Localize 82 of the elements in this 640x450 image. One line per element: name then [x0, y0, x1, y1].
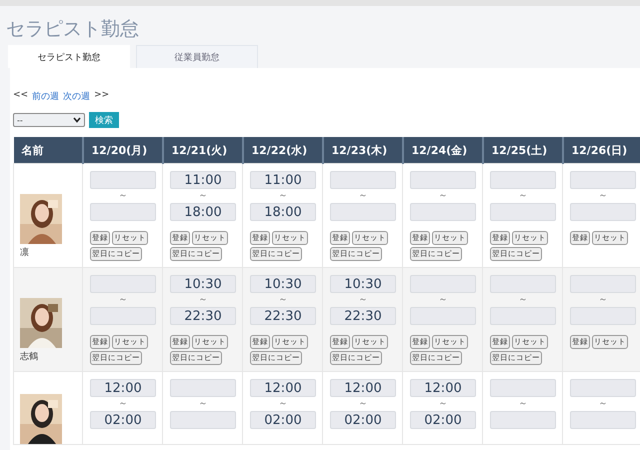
tilde: ～ — [118, 190, 128, 203]
start-time-field[interactable] — [490, 379, 556, 397]
tilde: ～ — [278, 190, 288, 203]
start-time-field[interactable]: 12:00 — [330, 379, 396, 397]
start-time-field[interactable] — [170, 379, 236, 397]
tilde: ～ — [278, 398, 288, 411]
start-time-field[interactable] — [490, 171, 556, 189]
page-title: セラピスト勤怠 — [5, 17, 140, 42]
dropdown-chevron-icon — [73, 117, 81, 123]
tilde: ～ — [438, 398, 448, 411]
tilde: ～ — [598, 190, 608, 203]
tilde: ～ — [598, 294, 608, 307]
end-time-field[interactable]: 02:00 — [330, 411, 396, 429]
tilde: ～ — [358, 294, 368, 307]
next-week-link[interactable]: 次の週 — [63, 90, 90, 104]
end-time-field[interactable]: 22:30 — [250, 307, 316, 325]
start-time-field[interactable] — [410, 171, 476, 189]
start-time-field[interactable]: 12:00 — [90, 379, 156, 397]
tilde: ～ — [438, 294, 448, 307]
prev-week-link[interactable]: 前の週 — [32, 90, 60, 104]
end-time-field[interactable] — [490, 307, 556, 325]
tilde: ～ — [518, 294, 528, 307]
start-time-field[interactable]: 10:30 — [330, 275, 396, 293]
end-time-field[interactable]: 02:00 — [250, 411, 316, 429]
therapist-select[interactable]: -- — [13, 113, 85, 127]
start-time-field[interactable] — [330, 171, 396, 189]
tab[interactable]: セラピスト勤怠 — [8, 45, 130, 68]
end-time-field[interactable]: 02:00 — [410, 411, 476, 429]
end-time-field[interactable]: 22:30 — [170, 307, 236, 325]
tilde: ～ — [358, 398, 368, 411]
tilde: ～ — [198, 398, 208, 411]
start-time-field[interactable] — [490, 275, 556, 293]
tilde: ～ — [598, 398, 608, 411]
start-time-field[interactable]: 12:00 — [410, 379, 476, 397]
end-time-field[interactable] — [330, 203, 396, 221]
tilde: ～ — [518, 190, 528, 203]
column-header: 12/23(木) — [332, 144, 388, 156]
tilde: ～ — [358, 190, 368, 203]
nav-arrows: >> — [94, 90, 110, 102]
column-header: 12/26(日) — [572, 144, 628, 156]
end-time-field[interactable] — [570, 203, 636, 221]
start-time-field[interactable] — [570, 275, 636, 293]
start-time-field[interactable] — [570, 171, 636, 189]
start-time-field[interactable] — [90, 275, 156, 293]
tilde: ～ — [438, 190, 448, 203]
end-time-field[interactable]: 22:30 — [330, 307, 396, 325]
start-time-field[interactable] — [90, 171, 156, 189]
column-header: 12/24(金) — [412, 144, 468, 156]
start-time-field[interactable]: 10:30 — [250, 275, 316, 293]
column-header: 12/21(火) — [172, 144, 228, 156]
start-time-field[interactable]: 10:30 — [170, 275, 236, 293]
end-time-field[interactable] — [90, 203, 156, 221]
end-time-field[interactable] — [90, 307, 156, 325]
start-time-field[interactable] — [570, 379, 636, 397]
column-header: 名前 — [22, 144, 44, 156]
column-header: 12/20(月) — [92, 144, 148, 156]
nav-arrows: << — [13, 90, 28, 102]
end-time-field[interactable] — [490, 411, 556, 429]
tab[interactable]: 従業員勤怠 — [136, 45, 258, 68]
tilde: ～ — [118, 398, 128, 411]
end-time-field[interactable] — [570, 307, 636, 325]
tilde: ～ — [278, 294, 288, 307]
end-time-field[interactable] — [570, 411, 636, 429]
tilde: ～ — [198, 294, 208, 307]
tilde: ～ — [198, 190, 208, 203]
end-time-field[interactable] — [490, 203, 556, 221]
start-time-field[interactable] — [410, 275, 476, 293]
end-time-field[interactable]: 02:00 — [90, 411, 156, 429]
start-time-field[interactable]: 11:00 — [250, 171, 316, 189]
end-time-field[interactable]: 18:00 — [170, 203, 236, 221]
start-time-field[interactable]: 12:00 — [250, 379, 316, 397]
end-time-field[interactable] — [410, 307, 476, 325]
column-header: 12/22(水) — [252, 144, 308, 156]
end-time-field[interactable] — [410, 203, 476, 221]
therapist-name: 凛 — [20, 246, 30, 259]
therapist-name: 志鶴 — [20, 350, 39, 363]
end-time-field[interactable] — [170, 411, 236, 429]
tilde: ～ — [118, 294, 128, 307]
tilde: ～ — [518, 398, 528, 411]
start-time-field[interactable]: 11:00 — [170, 171, 236, 189]
end-time-field[interactable]: 18:00 — [250, 203, 316, 221]
column-header: 12/25(土) — [492, 144, 548, 156]
